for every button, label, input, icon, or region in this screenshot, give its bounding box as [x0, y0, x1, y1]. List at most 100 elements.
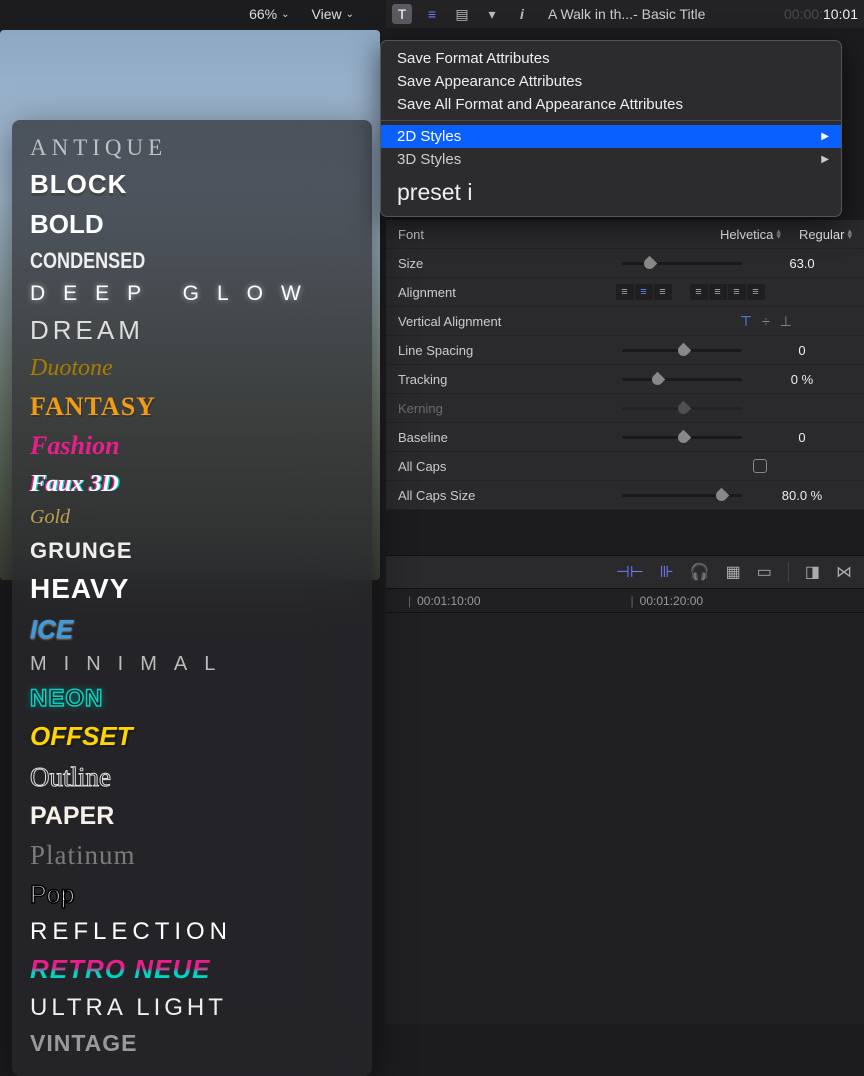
skimming-icon[interactable]: ⊪ [660, 562, 674, 582]
row-kerning: Kerning [386, 394, 864, 423]
preset-minimal[interactable]: MINIMAL [30, 649, 354, 681]
align-justify-full-button[interactable]: ≡ [747, 284, 765, 300]
line-spacing-value[interactable]: 0 [752, 343, 852, 358]
align-justify-center-button[interactable]: ≡ [709, 284, 727, 300]
valign-middle-button[interactable]: ÷ [762, 313, 770, 330]
timeline-panel[interactable]: 00:01:10:00 00:01:20:00 [386, 589, 864, 1024]
video-inspector-icon[interactable]: ▤ [452, 4, 472, 24]
preset-deep-glow[interactable]: DEEP GLOW [30, 278, 354, 311]
row-font: Font Helvetica ▴▾ Regular ▴▾ [386, 220, 864, 249]
zoom-dropdown[interactable]: 66% ⌄ [249, 6, 289, 22]
preset-condensed[interactable]: CONDENSED [30, 247, 145, 275]
align-left-button[interactable]: ≡ [616, 284, 634, 300]
baseline-slider[interactable] [622, 436, 742, 439]
filter-icon[interactable]: ▾ [482, 4, 502, 24]
row-line-spacing: Line Spacing 0 [386, 336, 864, 365]
chevron-down-icon: ⌄ [346, 9, 354, 20]
kerning-slider [622, 407, 742, 410]
valign-label: Vertical Alignment [398, 314, 528, 329]
text-inspector: Font Helvetica ▴▾ Regular ▴▾ Size 63.0 A… [386, 220, 864, 510]
preset-gold[interactable]: Gold [30, 502, 354, 534]
font-label: Font [398, 227, 528, 242]
allcaps-checkbox[interactable] [753, 459, 767, 473]
preset-dream[interactable]: DREAM [30, 311, 354, 350]
preset-bold[interactable]: BOLD [30, 205, 354, 244]
timeline-tick: 00:01:10:00 [408, 594, 481, 608]
row-baseline: Baseline 0 [386, 423, 864, 452]
view-label: View [312, 6, 342, 22]
preset-fantasy[interactable]: FANTASY [30, 387, 354, 426]
preset-reflection[interactable]: REFLECTION [30, 914, 354, 951]
line-spacing-label: Line Spacing [398, 343, 528, 358]
row-allcaps: All Caps [386, 452, 864, 481]
paragraph-icon[interactable]: ≡ [422, 4, 442, 24]
preset-platinum[interactable]: Platinum [30, 835, 354, 876]
preset-duotone[interactable]: Duotone [30, 350, 354, 387]
preset-outline[interactable]: Outline [30, 757, 354, 798]
align-right-button[interactable]: ≡ [654, 284, 672, 300]
align-center-button[interactable]: ≡ [635, 284, 653, 300]
preset-offset[interactable]: OFFSET [30, 717, 354, 756]
preset-neon[interactable]: NEON [30, 681, 354, 718]
menu-3d-styles[interactable]: 3D Styles ▶ [381, 148, 841, 171]
preset-paper[interactable]: PAPER [30, 797, 354, 835]
timeline-toolbar: ⊣⊢ ⊪ 🎧 ▦ ▭ ◨ ⋈ [386, 555, 864, 589]
clip-appearance-icon[interactable]: ▭ [757, 562, 772, 582]
align-justify-left-button[interactable]: ≡ [690, 284, 708, 300]
stepper-icon: ▴▾ [847, 229, 852, 240]
size-value[interactable]: 63.0 [752, 256, 852, 271]
solo-icon[interactable]: ▦ [726, 562, 741, 582]
font-style-dropdown[interactable]: Regular ▴▾ [799, 227, 852, 242]
chevron-down-icon: ⌄ [281, 9, 289, 20]
preset-vintage[interactable]: VINTAGE [30, 1026, 354, 1061]
align-justify-right-button[interactable]: ≡ [728, 284, 746, 300]
timeline-tick: 00:01:20:00 [631, 594, 704, 608]
preset-block[interactable]: BLOCK [30, 165, 354, 204]
preset-pop[interactable]: Pop [30, 876, 354, 914]
view-dropdown[interactable]: View ⌄ [312, 6, 354, 22]
tracking-label: Tracking [398, 372, 528, 387]
text-inspector-icon[interactable]: T [392, 4, 412, 24]
font-family-dropdown[interactable]: Helvetica ▴▾ [720, 227, 781, 242]
menu-save-format[interactable]: Save Format Attributes [381, 47, 841, 70]
toolbar-separator [788, 562, 789, 582]
snap-icon[interactable]: ⊣⊢ [616, 562, 644, 582]
row-size: Size 63.0 [386, 249, 864, 278]
timeline-ruler[interactable]: 00:01:10:00 00:01:20:00 [386, 589, 864, 613]
row-allcaps-size: All Caps Size 80.0 % [386, 481, 864, 510]
valign-bottom-button[interactable]: ⊥ [780, 313, 792, 330]
menu-save-appearance[interactable]: Save Appearance Attributes [381, 70, 841, 93]
preset-ice[interactable]: ICE [30, 610, 354, 649]
effects-icon[interactable]: ⋈ [836, 562, 852, 582]
menu-search-input[interactable]: preset i [381, 171, 841, 216]
menu-separator [381, 120, 841, 121]
preset-fashion[interactable]: Fashion [30, 426, 354, 465]
menu-2d-styles[interactable]: 2D Styles ▶ [381, 125, 841, 148]
style-preset-menu: ANTIQUE BLOCK BOLD CONDENSED DEEP GLOW D… [12, 120, 372, 1076]
size-slider[interactable] [622, 262, 742, 265]
tracking-slider[interactable] [622, 378, 742, 381]
index-icon[interactable]: ◨ [805, 562, 820, 582]
preset-grunge[interactable]: GRUNGE [30, 534, 354, 568]
allcaps-size-value[interactable]: 80.0 % [752, 488, 852, 503]
menu-save-all[interactable]: Save All Format and Appearance Attribute… [381, 93, 841, 116]
allcaps-size-slider[interactable] [622, 494, 742, 497]
preset-faux-3d[interactable]: Faux 3D [30, 466, 354, 503]
stepper-icon: ▴▾ [776, 229, 781, 240]
audio-icon[interactable]: 🎧 [690, 562, 710, 582]
size-label: Size [398, 256, 528, 271]
info-icon[interactable]: i [512, 4, 532, 24]
preset-heavy[interactable]: HEAVY [30, 568, 354, 610]
baseline-value[interactable]: 0 [752, 430, 852, 445]
preset-antique[interactable]: ANTIQUE [30, 130, 354, 165]
baseline-label: Baseline [398, 430, 528, 445]
preset-ultra-light[interactable]: ULTRA LIGHT [30, 990, 354, 1027]
row-valign: Vertical Alignment ⊤ ÷ ⊥ [386, 307, 864, 336]
tracking-value[interactable]: 0 % [752, 372, 852, 387]
line-spacing-slider[interactable] [622, 349, 742, 352]
zoom-value: 66% [249, 6, 277, 22]
preset-retro-neue[interactable]: RETRO NEUE [30, 950, 354, 989]
row-alignment: Alignment ≡ ≡ ≡ ≡ ≡ ≡ ≡ [386, 278, 864, 307]
valign-top-button[interactable]: ⊤ [740, 313, 752, 330]
alignment-label: Alignment [398, 285, 528, 300]
